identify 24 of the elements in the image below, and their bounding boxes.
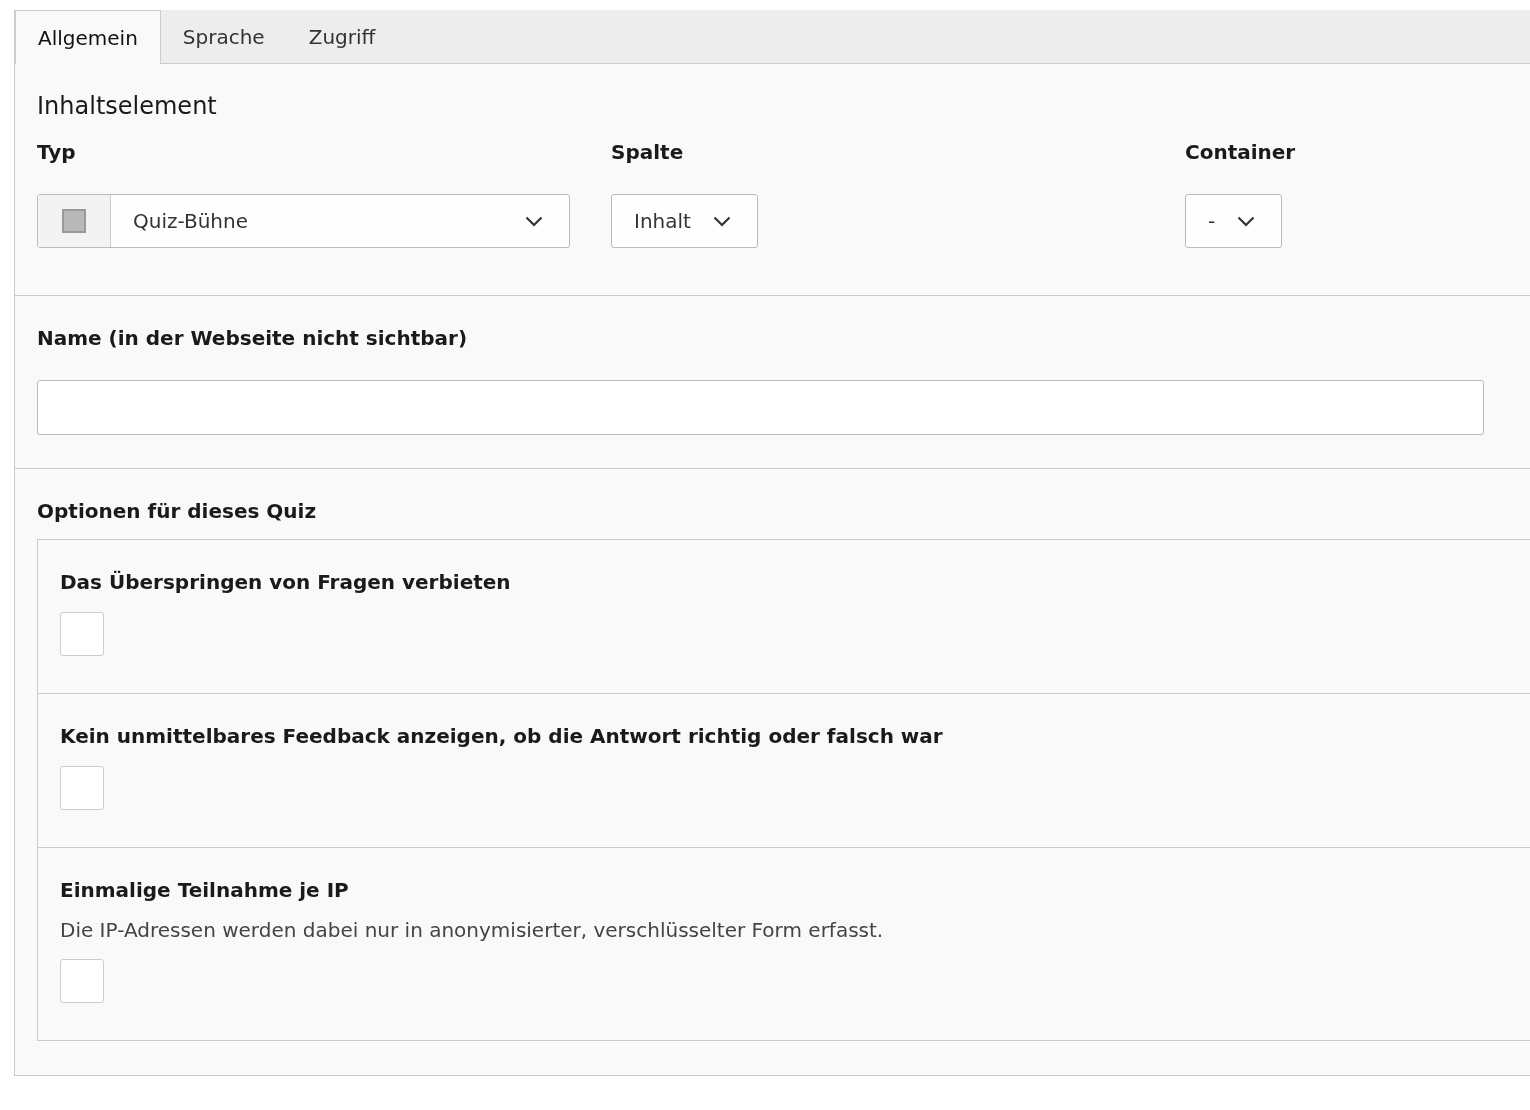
option-label: Das Überspringen von Fragen verbieten bbox=[60, 570, 512, 594]
field-label: Optionen für dieses Quiz bbox=[37, 499, 318, 523]
checkbox[interactable] bbox=[60, 959, 104, 1003]
content-element-icon bbox=[62, 209, 86, 233]
tab[interactable]: Allgemein bbox=[15, 10, 161, 64]
option-description: Die IP-Adressen werden dabei nur in anonymisierter, verschlüsselter Form erfasst. bbox=[60, 918, 885, 942]
option-label: Kein unmittelbares Feedback anzeigen, ob die Antwort richtig oder falsch war bbox=[60, 724, 944, 748]
select-field[interactable]: Quiz-Bühne bbox=[37, 194, 570, 248]
select-field[interactable]: - bbox=[1185, 194, 1283, 248]
tab[interactable]: Zugriff bbox=[286, 10, 398, 64]
checkbox[interactable] bbox=[60, 612, 104, 656]
chevron-down-icon bbox=[1237, 215, 1256, 227]
option-label: Einmalige Teilnahme je IP bbox=[60, 878, 350, 902]
select-field[interactable]: Inhalt bbox=[611, 194, 758, 248]
field-label: Name (in der Webseite nicht sichtbar) bbox=[37, 326, 469, 350]
chevron-down-icon bbox=[712, 215, 731, 227]
section-title: Inhaltselement bbox=[37, 92, 218, 120]
field-label: Typ bbox=[37, 140, 76, 164]
tab[interactable]: Sprache bbox=[160, 10, 287, 64]
chevron-down-icon bbox=[525, 215, 543, 227]
field-label: Spalte bbox=[611, 140, 684, 164]
checkbox[interactable] bbox=[60, 766, 104, 810]
name-input-field[interactable] bbox=[37, 380, 1484, 435]
field-label: Container bbox=[1185, 140, 1296, 164]
